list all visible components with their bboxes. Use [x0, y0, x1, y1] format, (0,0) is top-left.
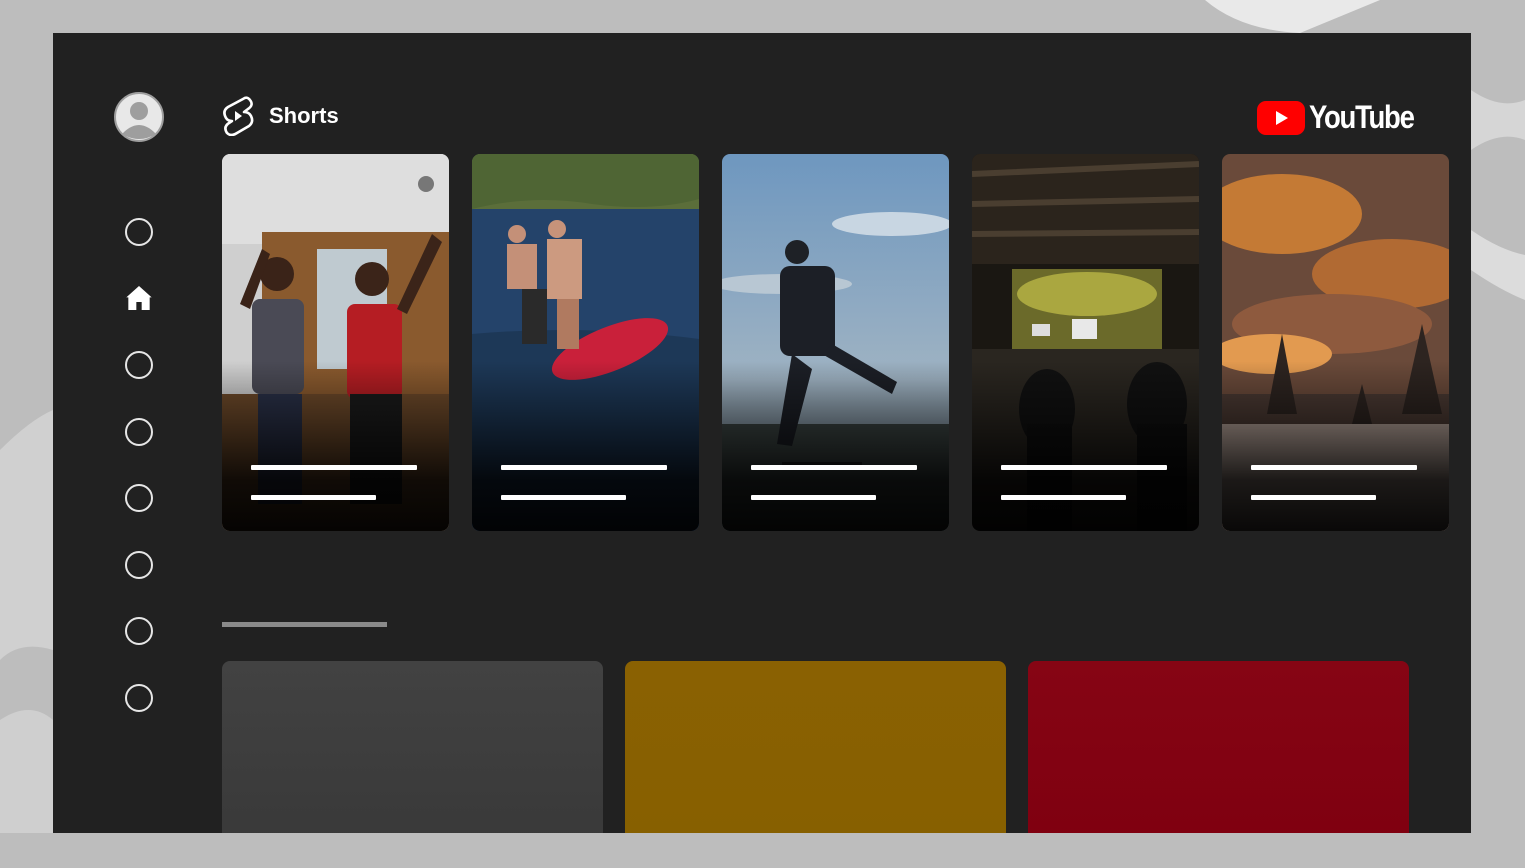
card-gradient	[972, 361, 1199, 531]
circle-icon	[125, 218, 153, 246]
circle-icon	[125, 684, 153, 712]
card-gradient	[1222, 361, 1449, 531]
account-icon	[114, 92, 164, 142]
subtitle-placeholder-bar	[751, 495, 876, 500]
title-placeholder-bar	[251, 465, 417, 470]
circle-icon	[125, 418, 153, 446]
title-placeholder-bar	[751, 465, 917, 470]
short-card[interactable]	[1222, 154, 1449, 531]
card-gradient	[472, 361, 699, 531]
sidebar-item-6[interactable]	[121, 547, 157, 583]
sidebar-item-7[interactable]	[121, 613, 157, 649]
content-tile[interactable]	[625, 661, 1006, 833]
shorts-icon	[223, 96, 254, 136]
title-placeholder-bar	[1251, 465, 1417, 470]
shelf-title-placeholder-bar	[222, 622, 387, 627]
tv-screen: Shorts YouTube	[53, 33, 1471, 833]
shelf-title: Shorts	[269, 103, 339, 128]
brand-wordmark: YouTube	[1309, 99, 1415, 135]
youtube-play-logo-icon	[1257, 100, 1305, 135]
shorts-shelf-header: Shorts	[221, 96, 339, 136]
card-gradient	[222, 361, 449, 531]
title-placeholder-bar	[501, 465, 667, 470]
circle-icon	[125, 617, 153, 645]
circle-icon	[125, 351, 153, 379]
title-placeholder-bar	[1001, 465, 1167, 470]
short-card[interactable]	[222, 154, 449, 531]
sidebar-item-5[interactable]	[121, 480, 157, 516]
youtube-logo: YouTube	[1257, 99, 1431, 136]
subtitle-placeholder-bar	[501, 495, 626, 500]
card-gradient	[722, 361, 949, 531]
account-avatar[interactable]	[114, 92, 164, 142]
sidebar-item-1[interactable]	[121, 214, 157, 250]
subtitle-placeholder-bar	[251, 495, 376, 500]
subtitle-placeholder-bar	[1251, 495, 1376, 500]
subtitle-placeholder-bar	[1001, 495, 1126, 500]
shorts-shelf	[222, 154, 1449, 531]
sidebar-item-8[interactable]	[121, 680, 157, 716]
sidebar-item-home[interactable]	[121, 280, 157, 316]
content-tile[interactable]	[222, 661, 603, 833]
sidebar-item-4[interactable]	[121, 414, 157, 450]
short-card[interactable]	[722, 154, 949, 531]
circle-icon	[125, 551, 153, 579]
short-card[interactable]	[972, 154, 1199, 531]
sidebar-item-3[interactable]	[121, 347, 157, 383]
content-tile[interactable]	[1028, 661, 1409, 833]
short-card[interactable]	[472, 154, 699, 531]
home-icon	[126, 286, 152, 310]
circle-icon	[125, 484, 153, 512]
